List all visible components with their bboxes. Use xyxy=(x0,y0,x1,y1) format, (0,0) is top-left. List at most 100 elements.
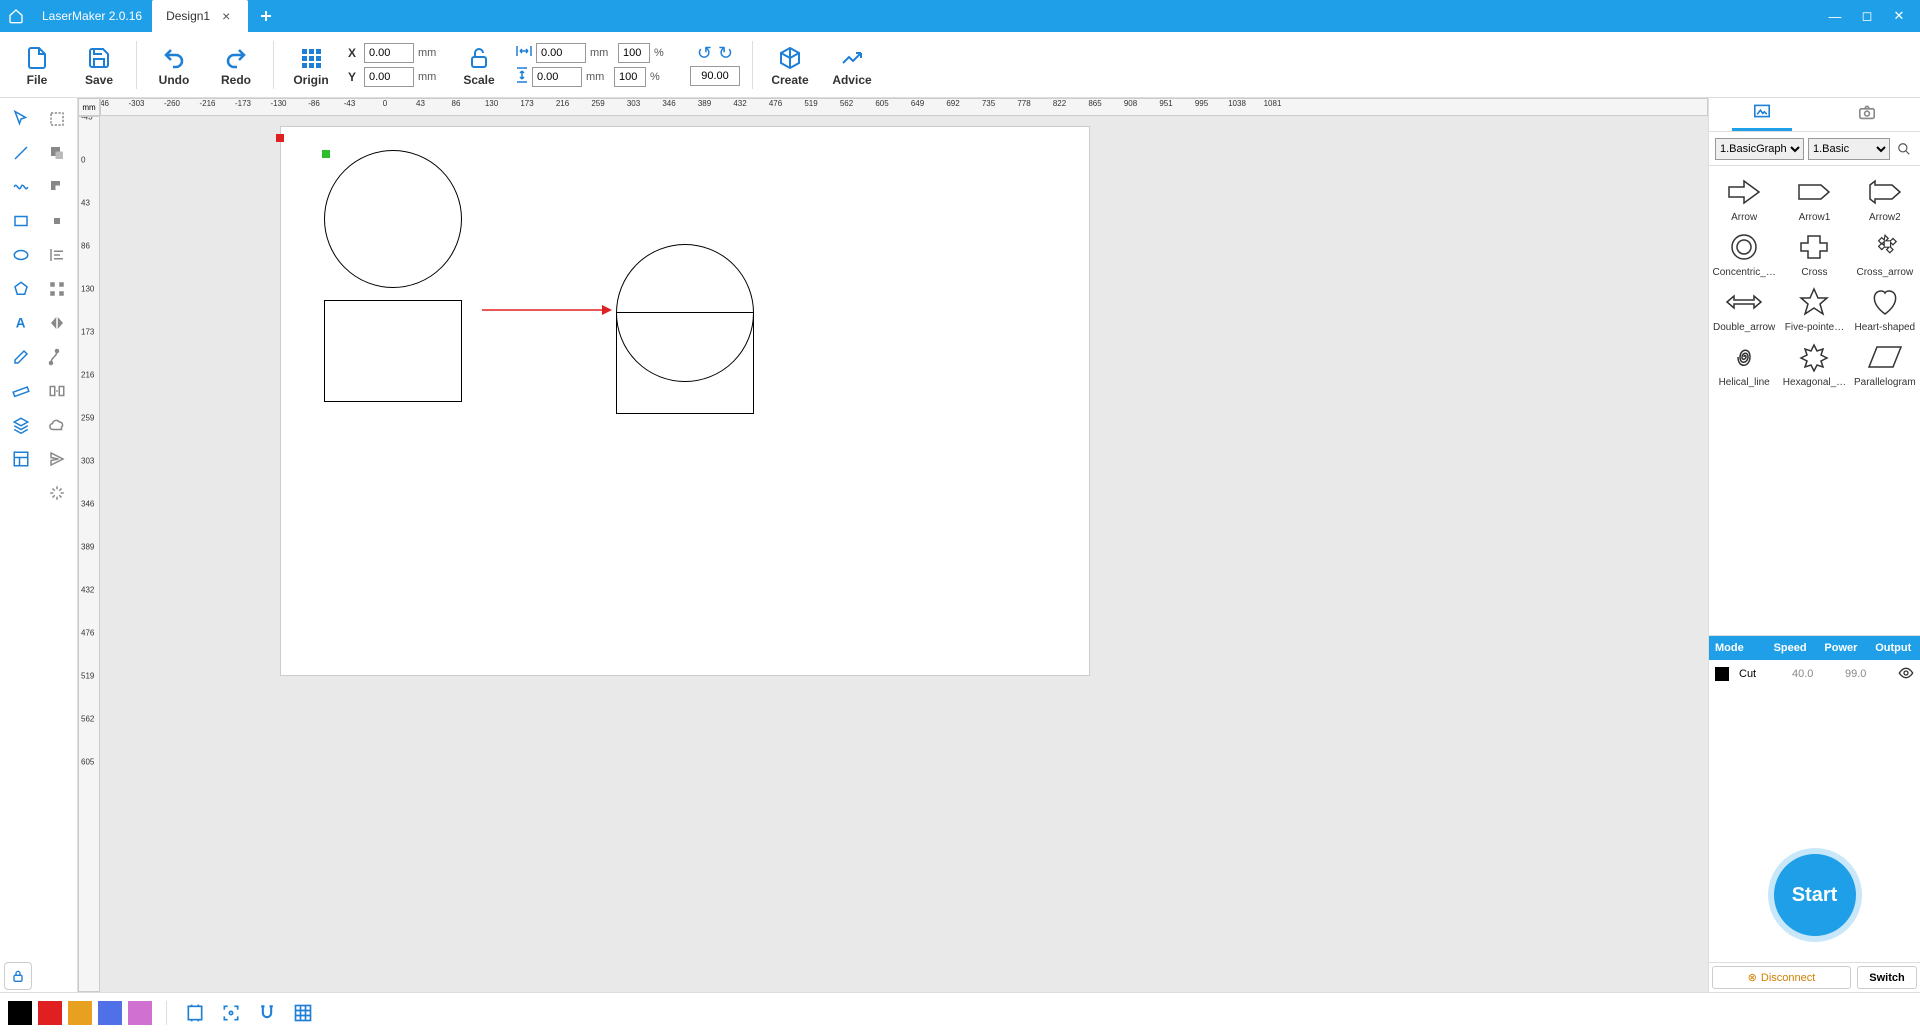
fit-tool[interactable] xyxy=(181,999,209,1027)
maximize-button[interactable]: ◻ xyxy=(1860,9,1874,23)
shape-lib-arrow1[interactable]: Arrow1 xyxy=(1781,172,1847,223)
canvas-area: mm -346-303-260-216-173-130-86-430438613… xyxy=(78,98,1708,992)
home-icon[interactable] xyxy=(0,0,32,32)
height-input[interactable] xyxy=(532,67,582,87)
size-group: mm % mm % xyxy=(516,43,678,87)
layout-tool[interactable] xyxy=(6,444,36,474)
rotate-ccw-icon[interactable]: ↺ xyxy=(697,43,712,64)
laser-tool[interactable] xyxy=(42,478,72,508)
close-window-button[interactable]: ✕ xyxy=(1892,9,1906,23)
advice-button[interactable]: Advice xyxy=(823,35,881,95)
shape-lib-arrow[interactable]: Arrow xyxy=(1711,172,1777,223)
distribute-tool[interactable] xyxy=(42,376,72,406)
disconnect-button[interactable]: ⊗ Disconnect xyxy=(1712,966,1851,989)
snap-tool[interactable] xyxy=(253,999,281,1027)
switch-button[interactable]: Switch xyxy=(1857,966,1917,989)
add-tab-button[interactable] xyxy=(254,4,278,28)
app-name: LaserMaker 2.0.16 xyxy=(32,9,152,23)
undo-button[interactable]: Undo xyxy=(145,35,203,95)
origin-icon xyxy=(299,43,323,73)
grid-array-tool[interactable] xyxy=(42,274,72,304)
library-tab[interactable] xyxy=(1732,99,1792,131)
focus-tool[interactable] xyxy=(217,999,245,1027)
shape-rect-left[interactable] xyxy=(324,300,462,402)
redo-button[interactable]: Redo xyxy=(207,35,265,95)
color-swatch-1[interactable] xyxy=(38,1001,62,1025)
grid-tool[interactable] xyxy=(289,999,317,1027)
send-tool[interactable] xyxy=(42,444,72,474)
mirror-tool[interactable] xyxy=(42,308,72,338)
lock-open-icon xyxy=(467,43,491,73)
category-select-2[interactable]: 1.Basic xyxy=(1808,138,1890,160)
undo-icon xyxy=(162,43,186,73)
origin-marker-red xyxy=(276,134,284,142)
shape-lib-cross-arrow[interactable]: Cross_arrow xyxy=(1852,227,1918,278)
cube-icon xyxy=(778,43,802,73)
subtract-tool[interactable] xyxy=(42,172,72,202)
curve-tool[interactable] xyxy=(6,172,36,202)
shape-lib-hexagonal--[interactable]: Hexagonal_… xyxy=(1781,337,1847,388)
polygon-tool[interactable] xyxy=(6,274,36,304)
shape-library: ArrowArrow1Arrow2 Concentric_…CrossCross_… xyxy=(1709,166,1920,635)
marquee-tool[interactable] xyxy=(42,104,72,134)
shape-lib-five-pointe-[interactable]: Five-pointe… xyxy=(1781,282,1847,333)
shape-lib-double-arrow[interactable]: Double_arrow xyxy=(1711,282,1777,333)
rotate-cw-icon[interactable]: ↻ xyxy=(718,43,733,64)
ruler-vertical: -430438613017321625930334638943247651956… xyxy=(78,116,100,992)
width-pct-input[interactable] xyxy=(618,43,650,63)
select-tool[interactable] xyxy=(6,104,36,134)
lock-toggle[interactable] xyxy=(4,962,32,990)
ellipse-tool[interactable] xyxy=(6,240,36,270)
save-button[interactable]: Save xyxy=(70,35,128,95)
create-button[interactable]: Create xyxy=(761,35,819,95)
close-icon[interactable]: × xyxy=(218,8,234,24)
line-tool[interactable] xyxy=(6,138,36,168)
rect-tool[interactable] xyxy=(6,206,36,236)
shape-lib-helical-line[interactable]: Helical_line xyxy=(1711,337,1777,388)
height-pct-input[interactable] xyxy=(614,67,646,87)
union-tool[interactable] xyxy=(42,138,72,168)
eye-icon[interactable] xyxy=(1898,667,1914,682)
align-left-tool[interactable] xyxy=(42,240,72,270)
shape-circle-right[interactable] xyxy=(616,244,754,382)
x-input[interactable] xyxy=(364,43,414,63)
rotate-input[interactable] xyxy=(690,66,740,86)
svg-text:A: A xyxy=(15,316,25,331)
layers-panel: Mode Speed Power Output Cut 40.0 99.0 xyxy=(1709,635,1920,828)
shape-lib-parallelogram[interactable]: Parallelogram xyxy=(1852,337,1918,388)
save-icon xyxy=(87,43,111,73)
color-swatch-4[interactable] xyxy=(128,1001,152,1025)
layers-tool[interactable] xyxy=(6,410,36,440)
canvas[interactable] xyxy=(100,116,1708,992)
shape-lib-concentric--[interactable]: Concentric_… xyxy=(1711,227,1777,278)
cloud-tool[interactable] xyxy=(42,410,72,440)
shape-lib-heart-shaped[interactable]: Heart-shaped xyxy=(1852,282,1918,333)
file-button[interactable]: File xyxy=(8,35,66,95)
shape-lib-arrow2[interactable]: Arrow2 xyxy=(1852,172,1918,223)
ruler-tool[interactable] xyxy=(6,376,36,406)
color-swatch-3[interactable] xyxy=(98,1001,122,1025)
minimize-button[interactable]: — xyxy=(1828,9,1842,23)
node-edit-tool[interactable] xyxy=(42,342,72,372)
start-button[interactable]: Start xyxy=(1768,848,1862,942)
workspace: A mm -346-303-260-216-173-130-86-4304386… xyxy=(0,98,1920,992)
width-input[interactable] xyxy=(536,43,586,63)
camera-tab[interactable] xyxy=(1837,100,1897,129)
shape-lib-cross[interactable]: Cross xyxy=(1781,227,1847,278)
origin-button[interactable]: Origin xyxy=(282,35,340,95)
category-select-1[interactable]: 1.BasicGraph xyxy=(1715,138,1804,160)
color-swatch-2[interactable] xyxy=(68,1001,92,1025)
search-icon[interactable] xyxy=(1894,139,1914,159)
eraser-tool[interactable] xyxy=(6,342,36,372)
shape-circle-left[interactable] xyxy=(324,150,462,288)
y-input[interactable] xyxy=(364,67,414,87)
scale-button[interactable]: Scale xyxy=(450,35,508,95)
advice-icon xyxy=(840,43,864,73)
intersect-tool[interactable] xyxy=(42,206,72,236)
tab-design1[interactable]: Design1 × xyxy=(152,0,248,32)
right-panel: 1.BasicGraph 1.Basic ArrowArrow1Arrow2 Co… xyxy=(1708,98,1920,992)
text-tool[interactable]: A xyxy=(6,308,36,338)
tab-label: Design1 xyxy=(166,9,210,23)
layer-row[interactable]: Cut 40.0 99.0 xyxy=(1709,660,1920,688)
color-swatch-0[interactable] xyxy=(8,1001,32,1025)
